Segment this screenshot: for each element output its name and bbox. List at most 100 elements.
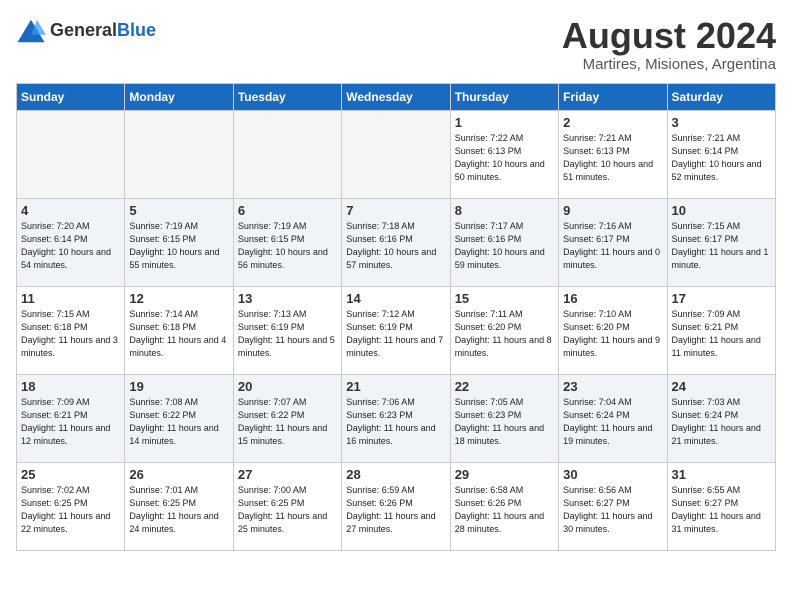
day-info: Sunrise: 7:07 AM Sunset: 6:22 PM Dayligh… — [238, 396, 337, 448]
calendar-cell: 1Sunrise: 7:22 AM Sunset: 6:13 PM Daylig… — [450, 110, 558, 198]
day-info: Sunrise: 7:00 AM Sunset: 6:25 PM Dayligh… — [238, 484, 337, 536]
day-number: 16 — [563, 291, 662, 306]
day-info: Sunrise: 7:19 AM Sunset: 6:15 PM Dayligh… — [129, 220, 228, 272]
day-info: Sunrise: 7:10 AM Sunset: 6:20 PM Dayligh… — [563, 308, 662, 360]
calendar-cell: 11 Sunrise: 7:15 AM Sunset: 6:18 PM Dayli… — [17, 286, 125, 374]
day-number: 28 — [346, 467, 445, 482]
calendar-cell: 3 Sunrise: 7:21 AM Sunset: 6:14 PM Daylig… — [667, 110, 775, 198]
location-title: Martires, Misiones, Argentina — [562, 56, 776, 73]
day-info: Sunrise: 7:01 AM Sunset: 6:25 PM Dayligh… — [129, 484, 228, 536]
logo-icon — [16, 16, 46, 46]
day-number: 17 — [672, 291, 771, 306]
day-info: Sunrise: 7:17 AM Sunset: 6:16 PM Dayligh… — [455, 220, 554, 272]
calendar-cell: 13 Sunrise: 7:13 AM Sunset: 6:19 PM Dayli… — [233, 286, 341, 374]
calendar-cell: 20 Sunrise: 7:07 AM Sunset: 6:22 PM Dayli… — [233, 374, 341, 462]
calendar-cell: 28Sunrise: 6:59 AM Sunset: 6:26 PM Dayli… — [342, 462, 450, 550]
day-number: 27 — [238, 467, 337, 482]
day-info: Sunrise: 7:06 AM Sunset: 6:23 PM Dayligh… — [346, 396, 445, 448]
calendar-cell: 26 Sunrise: 7:01 AM Sunset: 6:25 PM Dayli… — [125, 462, 233, 550]
day-number: 21 — [346, 379, 445, 394]
day-info: Sunrise: 7:15 AM Sunset: 6:18 PM Dayligh… — [21, 308, 120, 360]
day-info: Sunrise: 7:18 AM Sunset: 6:16 PM Dayligh… — [346, 220, 445, 272]
day-info: Sunrise: 7:02 AM Sunset: 6:25 PM Dayligh… — [21, 484, 120, 536]
day-number: 3 — [672, 115, 771, 130]
calendar-cell: 21 Sunrise: 7:06 AM Sunset: 6:23 PM Dayli… — [342, 374, 450, 462]
day-number: 18 — [21, 379, 120, 394]
calendar-cell: 4 Sunrise: 7:20 AM Sunset: 6:14 PM Daylig… — [17, 198, 125, 286]
calendar-week-row: 11 Sunrise: 7:15 AM Sunset: 6:18 PM Dayli… — [17, 286, 776, 374]
calendar-cell — [125, 110, 233, 198]
calendar-week-row: 4 Sunrise: 7:20 AM Sunset: 6:14 PM Daylig… — [17, 198, 776, 286]
day-info: Sunrise: 7:09 AM Sunset: 6:21 PM Dayligh… — [21, 396, 120, 448]
day-info: Sunrise: 7:04 AM Sunset: 6:24 PM Dayligh… — [563, 396, 662, 448]
calendar-cell: 30Sunrise: 6:56 AM Sunset: 6:27 PM Dayli… — [559, 462, 667, 550]
day-info: Sunrise: 7:05 AM Sunset: 6:23 PM Dayligh… — [455, 396, 554, 448]
calendar-cell — [17, 110, 125, 198]
day-info: Sunrise: 7:03 AM Sunset: 6:24 PM Dayligh… — [672, 396, 771, 448]
calendar-week-row: 18 Sunrise: 7:09 AM Sunset: 6:21 PM Dayli… — [17, 374, 776, 462]
weekday-header: Sunday — [17, 83, 125, 110]
day-number: 10 — [672, 203, 771, 218]
weekday-header: Wednesday — [342, 83, 450, 110]
day-info: Sunrise: 6:55 AM Sunset: 6:27 PM Dayligh… — [672, 484, 771, 536]
calendar-cell: 10 Sunrise: 7:15 AM Sunset: 6:17 PM Dayli… — [667, 198, 775, 286]
day-info: Sunrise: 7:21 AM Sunset: 6:13 PM Dayligh… — [563, 132, 662, 184]
calendar-table: SundayMondayTuesdayWednesdayThursdayFrid… — [16, 83, 776, 551]
calendar-cell: 18 Sunrise: 7:09 AM Sunset: 6:21 PM Dayli… — [17, 374, 125, 462]
day-info: Sunrise: 6:58 AM Sunset: 6:26 PM Dayligh… — [455, 484, 554, 536]
day-info: Sunrise: 7:20 AM Sunset: 6:14 PM Dayligh… — [21, 220, 120, 272]
day-number: 23 — [563, 379, 662, 394]
calendar-cell: 6Sunrise: 7:19 AM Sunset: 6:15 PM Daylig… — [233, 198, 341, 286]
day-number: 12 — [129, 291, 228, 306]
day-number: 1 — [455, 115, 554, 130]
day-info: Sunrise: 7:15 AM Sunset: 6:17 PM Dayligh… — [672, 220, 771, 272]
day-number: 26 — [129, 467, 228, 482]
day-number: 4 — [21, 203, 120, 218]
weekday-header-row: SundayMondayTuesdayWednesdayThursdayFrid… — [17, 83, 776, 110]
calendar-cell: 19Sunrise: 7:08 AM Sunset: 6:22 PM Dayli… — [125, 374, 233, 462]
calendar-cell: 22 Sunrise: 7:05 AM Sunset: 6:23 PM Dayli… — [450, 374, 558, 462]
header: GeneralBlue August 2024 Martires, Mision… — [16, 16, 776, 73]
day-info: Sunrise: 7:21 AM Sunset: 6:14 PM Dayligh… — [672, 132, 771, 184]
day-number: 5 — [129, 203, 228, 218]
calendar-cell: 16 Sunrise: 7:10 AM Sunset: 6:20 PM Dayli… — [559, 286, 667, 374]
day-number: 22 — [455, 379, 554, 394]
calendar-week-row: 1Sunrise: 7:22 AM Sunset: 6:13 PM Daylig… — [17, 110, 776, 198]
day-number: 14 — [346, 291, 445, 306]
weekday-header: Monday — [125, 83, 233, 110]
day-number: 20 — [238, 379, 337, 394]
calendar-cell: 23 Sunrise: 7:04 AM Sunset: 6:24 PM Dayli… — [559, 374, 667, 462]
day-number: 6 — [238, 203, 337, 218]
day-number: 11 — [21, 291, 120, 306]
calendar-cell: 27 Sunrise: 7:00 AM Sunset: 6:25 PM Dayli… — [233, 462, 341, 550]
calendar-cell: 8 Sunrise: 7:17 AM Sunset: 6:16 PM Daylig… — [450, 198, 558, 286]
calendar-cell: 15Sunrise: 7:11 AM Sunset: 6:20 PM Dayli… — [450, 286, 558, 374]
calendar-cell: 25 Sunrise: 7:02 AM Sunset: 6:25 PM Dayli… — [17, 462, 125, 550]
day-number: 2 — [563, 115, 662, 130]
day-number: 19 — [129, 379, 228, 394]
day-number: 13 — [238, 291, 337, 306]
calendar-week-row: 25 Sunrise: 7:02 AM Sunset: 6:25 PM Dayli… — [17, 462, 776, 550]
calendar-cell — [342, 110, 450, 198]
day-info: Sunrise: 7:13 AM Sunset: 6:19 PM Dayligh… — [238, 308, 337, 360]
calendar-cell: 2 Sunrise: 7:21 AM Sunset: 6:13 PM Daylig… — [559, 110, 667, 198]
day-number: 25 — [21, 467, 120, 482]
day-number: 8 — [455, 203, 554, 218]
logo-general: GeneralBlue — [50, 21, 156, 41]
calendar-cell: 17 Sunrise: 7:09 AM Sunset: 6:21 PM Dayli… — [667, 286, 775, 374]
calendar-cell: 9 Sunrise: 7:16 AM Sunset: 6:17 PM Daylig… — [559, 198, 667, 286]
weekday-header: Friday — [559, 83, 667, 110]
day-info: Sunrise: 7:12 AM Sunset: 6:19 PM Dayligh… — [346, 308, 445, 360]
weekday-header: Saturday — [667, 83, 775, 110]
day-info: Sunrise: 7:09 AM Sunset: 6:21 PM Dayligh… — [672, 308, 771, 360]
day-number: 7 — [346, 203, 445, 218]
weekday-header: Tuesday — [233, 83, 341, 110]
day-number: 15 — [455, 291, 554, 306]
calendar-cell: 7 Sunrise: 7:18 AM Sunset: 6:16 PM Daylig… — [342, 198, 450, 286]
day-info: Sunrise: 7:16 AM Sunset: 6:17 PM Dayligh… — [563, 220, 662, 272]
day-number: 29 — [455, 467, 554, 482]
calendar-cell: 29 Sunrise: 6:58 AM Sunset: 6:26 PM Dayli… — [450, 462, 558, 550]
day-number: 9 — [563, 203, 662, 218]
calendar-cell: 14 Sunrise: 7:12 AM Sunset: 6:19 PM Dayli… — [342, 286, 450, 374]
day-number: 31 — [672, 467, 771, 482]
